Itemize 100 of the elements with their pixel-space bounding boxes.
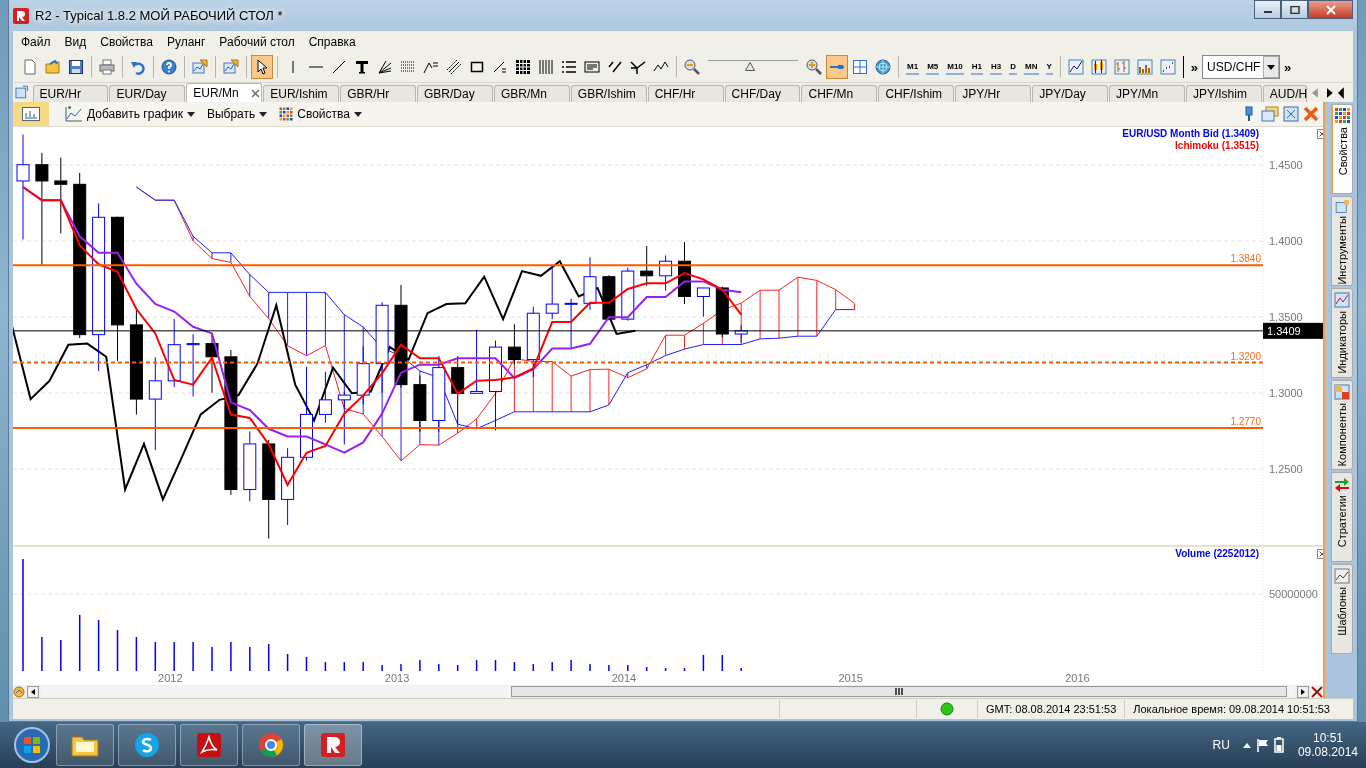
- timeframe-button[interactable]: H3: [990, 59, 1003, 75]
- maximize-button[interactable]: [1281, 0, 1308, 19]
- side-panel-tab[interactable]: Компоненты: [1331, 380, 1353, 470]
- close-button[interactable]: [1308, 0, 1353, 19]
- candlestick: [734, 325, 748, 344]
- menu-item[interactable]: Файл: [15, 34, 59, 49]
- chart-tab[interactable]: EUR/Ishim: [263, 85, 340, 102]
- side-panel-tab[interactable]: Индикаторы: [1331, 288, 1353, 378]
- scroll-right-icon[interactable]: [1297, 685, 1310, 698]
- chart-tab[interactable]: GBR/Hr: [340, 85, 417, 102]
- browser-icon[interactable]: [257, 731, 285, 759]
- close-icon[interactable]: [1317, 129, 1324, 139]
- close-icon[interactable]: [1303, 106, 1320, 122]
- scroll-left-icon[interactable]: [27, 685, 39, 698]
- battery-icon[interactable]: [1273, 737, 1284, 753]
- scroll-right-icon[interactable]: [1325, 88, 1334, 98]
- chart-tab[interactable]: JPY/Day: [1032, 85, 1109, 102]
- window-icon[interactable]: [1334, 200, 1351, 214]
- menu-item[interactable]: Свойства: [94, 34, 161, 49]
- chart-tab[interactable]: GBR/Ishim: [570, 85, 647, 102]
- pdf-icon[interactable]: [195, 731, 223, 759]
- level-line[interactable]: [13, 264, 1264, 267]
- zoom-slider[interactable]: [708, 60, 798, 74]
- maximize-icon[interactable]: [1283, 106, 1300, 122]
- file-explorer-button[interactable]: [56, 724, 114, 766]
- chart-icon[interactable]: [1334, 292, 1351, 308]
- chart-tab[interactable]: GBR/Mn: [493, 85, 570, 102]
- chart-menu-button[interactable]: Свойства: [275, 107, 366, 121]
- overflow-button[interactable]: »: [1187, 59, 1202, 75]
- horizontal-scrollbar[interactable]: [41, 686, 1296, 697]
- panel-collapse-icon[interactable]: [1337, 87, 1346, 99]
- chart-tab[interactable]: EUR/Mn: [186, 83, 263, 102]
- timeframe-button[interactable]: Y: [1045, 59, 1053, 75]
- color-grid-icon[interactable]: [1334, 108, 1351, 124]
- caret-icon[interactable]: [186, 111, 195, 117]
- chart-tab[interactable]: CHF/Mn: [801, 85, 878, 102]
- chart-tab[interactable]: CHF/Hr: [647, 85, 724, 102]
- chart-tab[interactable]: AUD/H: [1262, 85, 1307, 102]
- clock-time[interactable]: 10:51: [1312, 731, 1343, 745]
- app-logo-icon[interactable]: [319, 731, 347, 759]
- trading-app-button[interactable]: [304, 724, 362, 766]
- menu-item[interactable]: Справка: [302, 34, 364, 49]
- overflow-button[interactable]: »: [1281, 59, 1295, 75]
- messenger-icon[interactable]: [133, 731, 161, 759]
- template-icon[interactable]: [1334, 568, 1351, 584]
- chart-tab[interactable]: CHF/Day: [724, 85, 801, 102]
- side-panel-tab[interactable]: Инструменты: [1331, 196, 1353, 286]
- chart-tab[interactable]: EUR/Hr: [32, 85, 109, 102]
- clock-date[interactable]: 09.08.2014: [1297, 745, 1358, 759]
- chart-tab[interactable]: JPY/Mn: [1109, 85, 1185, 102]
- chart-tab[interactable]: GBR/Day: [417, 85, 493, 102]
- chart-menu-button[interactable]: Выбрать: [202, 107, 272, 121]
- timeframe-button[interactable]: M5: [926, 59, 940, 75]
- language-indicator[interactable]: RU: [1212, 738, 1230, 752]
- symbol-dropdown[interactable]: USD/CHF: [1202, 55, 1281, 79]
- pdf-reader-button[interactable]: [180, 724, 238, 766]
- side-panel-tab[interactable]: Стратегии: [1331, 472, 1353, 562]
- maximize-icon[interactable]: [1289, 5, 1300, 14]
- flag-icon[interactable]: [1255, 738, 1270, 752]
- side-panel-tab[interactable]: Шаблоны: [1331, 564, 1353, 654]
- slider-thumb[interactable]: [745, 62, 756, 71]
- navigator-icon[interactable]: [13, 685, 25, 698]
- windows-icon[interactable]: [1261, 106, 1280, 122]
- start-button[interactable]: [12, 725, 52, 765]
- chart-tab[interactable]: EUR/Day: [109, 85, 186, 102]
- close-icon[interactable]: [1317, 549, 1324, 559]
- menu-item[interactable]: Рабочий стол: [213, 34, 303, 49]
- close-icon[interactable]: [250, 88, 260, 98]
- arrows-icon[interactable]: [1334, 476, 1351, 492]
- chart-panel-toggle[interactable]: [13, 102, 49, 126]
- timeframe-button[interactable]: M10: [946, 59, 964, 75]
- chart-menu-button[interactable]: Добавить график: [61, 106, 199, 122]
- year-label: 2016: [1065, 672, 1090, 684]
- price-tick-label: 1.3500: [1269, 311, 1303, 323]
- timeframe-button[interactable]: D: [1009, 59, 1018, 75]
- chart-tab[interactable]: CHF/Ishim: [878, 85, 955, 102]
- caret-icon[interactable]: [353, 111, 362, 117]
- timeframe-button[interactable]: H1: [970, 59, 984, 75]
- side-panel-tab[interactable]: Свойства: [1331, 104, 1353, 194]
- chart-tab[interactable]: JPY/Ishim: [1185, 85, 1262, 102]
- menu-item[interactable]: Вид: [58, 34, 95, 49]
- blocks-icon[interactable]: [1334, 384, 1351, 400]
- color-grid-icon[interactable]: [279, 107, 294, 121]
- minimize-button[interactable]: [1254, 0, 1281, 19]
- chart-tab[interactable]: JPY/Hr: [955, 85, 1032, 102]
- tray-expand-icon[interactable]: [1241, 741, 1252, 749]
- timeframe-button[interactable]: M1: [906, 59, 920, 75]
- messenger-button[interactable]: [118, 724, 176, 766]
- add-chart-icon[interactable]: [65, 106, 83, 122]
- menu-item[interactable]: Руланг: [160, 34, 214, 49]
- year-label: 2012: [158, 672, 183, 684]
- cross-icon[interactable]: [1311, 685, 1324, 698]
- caret-icon[interactable]: [259, 111, 268, 117]
- new-tab-icon[interactable]: [15, 85, 29, 99]
- panel-icon[interactable]: [22, 107, 40, 121]
- browser-button[interactable]: [242, 724, 300, 766]
- scrollbar-thumb[interactable]: [511, 686, 1288, 697]
- level-line[interactable]: [13, 361, 1264, 364]
- window-title: R2 - Typical 1.8.2 МОЙ РАБОЧИЙ СТОЛ *: [35, 8, 283, 23]
- timeframe-button[interactable]: MN: [1024, 59, 1039, 75]
